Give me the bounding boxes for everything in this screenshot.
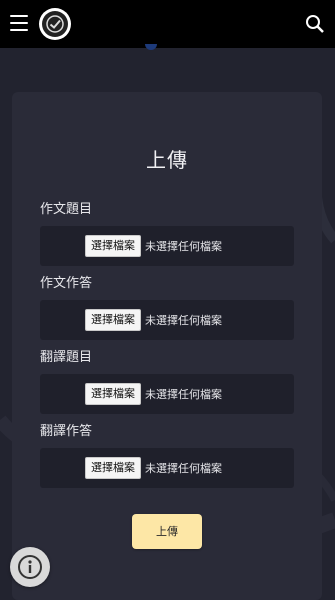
file-status-text: 未選擇任何檔案	[145, 388, 222, 401]
info-icon[interactable]	[10, 547, 50, 587]
checkmark-badge-logo[interactable]	[39, 8, 71, 40]
choose-file-button[interactable]: 選擇檔案	[85, 235, 141, 257]
hamburger-menu-icon[interactable]	[10, 15, 28, 33]
file-input-essay-answer[interactable]: 選擇檔案 未選擇任何檔案	[40, 300, 294, 340]
field-label-essay-question: 作文題目	[40, 202, 93, 217]
search-icon[interactable]	[305, 14, 325, 34]
file-status-text: 未選擇任何檔案	[145, 240, 222, 253]
top-app-bar	[0, 0, 335, 48]
file-input-essay-question[interactable]: 選擇檔案 未選擇任何檔案	[40, 226, 294, 266]
file-status-text: 未選擇任何檔案	[145, 314, 222, 327]
accent-indicator	[145, 44, 157, 50]
file-input-translation-answer[interactable]: 選擇檔案 未選擇任何檔案	[40, 448, 294, 488]
card-title: 上傳	[146, 148, 188, 172]
file-input-translation-question[interactable]: 選擇檔案 未選擇任何檔案	[40, 374, 294, 414]
choose-file-button[interactable]: 選擇檔案	[85, 309, 141, 331]
field-label-translation-answer: 翻譯作答	[40, 424, 93, 439]
field-label-essay-answer: 作文作答	[40, 276, 93, 291]
choose-file-button[interactable]: 選擇檔案	[85, 457, 141, 479]
upload-card: 上傳 作文題目 選擇檔案 未選擇任何檔案 作文作答 選擇檔案 未選擇任何檔案 翻…	[12, 92, 322, 600]
upload-submit-button[interactable]: 上傳	[132, 514, 202, 549]
file-status-text: 未選擇任何檔案	[145, 462, 222, 475]
field-label-translation-question: 翻譯題目	[40, 350, 93, 365]
choose-file-button[interactable]: 選擇檔案	[85, 383, 141, 405]
